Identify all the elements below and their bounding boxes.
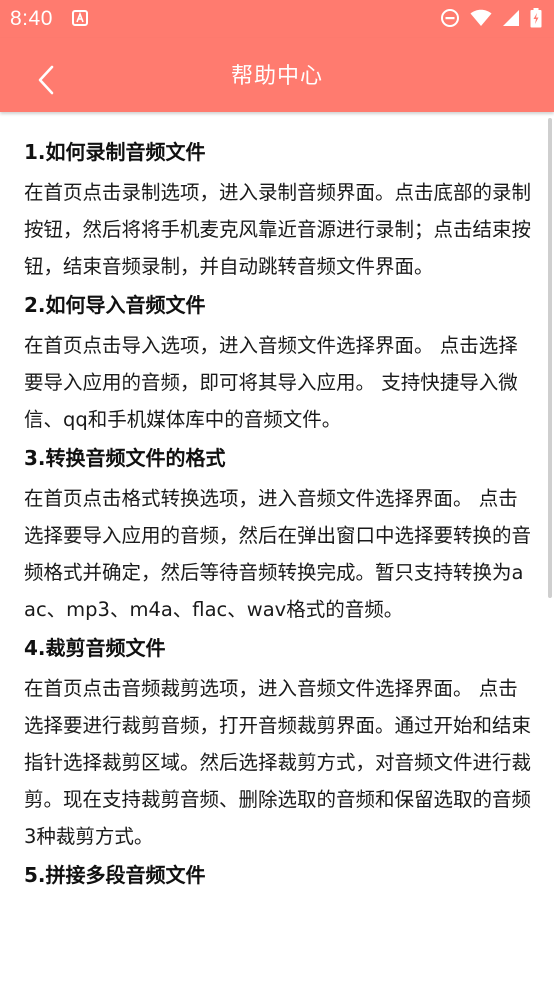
section-title: 1.如何录制音频文件: [24, 140, 206, 164]
section-body: 在首页点击录制选项，进入录制音频界面。点击底部的录制按钮，然后将将手机麦克风靠近…: [24, 181, 532, 278]
battery-charging-icon: [530, 8, 542, 28]
status-time: 8:40: [10, 7, 53, 30]
cell-signal-icon: [502, 9, 520, 27]
help-content[interactable]: 1.如何录制音频文件 在首页点击录制选项，进入录制音频界面。点击底部的录制按钮，…: [0, 112, 554, 984]
section-title: 4.裁剪音频文件: [24, 636, 166, 660]
section-body: 在首页点击音频裁剪选项，进入音频文件选择界面。 点击选择要进行裁剪音频，打开音频…: [24, 677, 532, 848]
app-bar: 帮助中心: [0, 38, 554, 112]
section-title: 3.转换音频文件的格式: [24, 446, 226, 470]
section-body: 在首页点击格式转换选项，进入音频文件选择界面。 点击选择要导入应用的音频，然后在…: [24, 487, 532, 621]
help-list: 1.如何录制音频文件 在首页点击录制选项，进入录制音频界面。点击底部的录制按钮，…: [0, 112, 554, 891]
page-title: 帮助中心: [230, 64, 323, 89]
section-title: 5.拼接多段音频文件: [24, 863, 206, 887]
section-title: 2.如何导入音频文件: [24, 293, 206, 317]
section-body: 在首页点击导入选项，进入音频文件选择界面。 点击选择要导入应用的音频，即可将其导…: [24, 334, 518, 431]
scrollbar[interactable]: [548, 118, 552, 598]
notification-a-icon: [72, 10, 88, 26]
wifi-icon: [470, 9, 492, 27]
do-not-disturb-icon: [440, 8, 460, 28]
status-icons: [440, 8, 542, 28]
status-bar: 8:40: [0, 0, 554, 38]
